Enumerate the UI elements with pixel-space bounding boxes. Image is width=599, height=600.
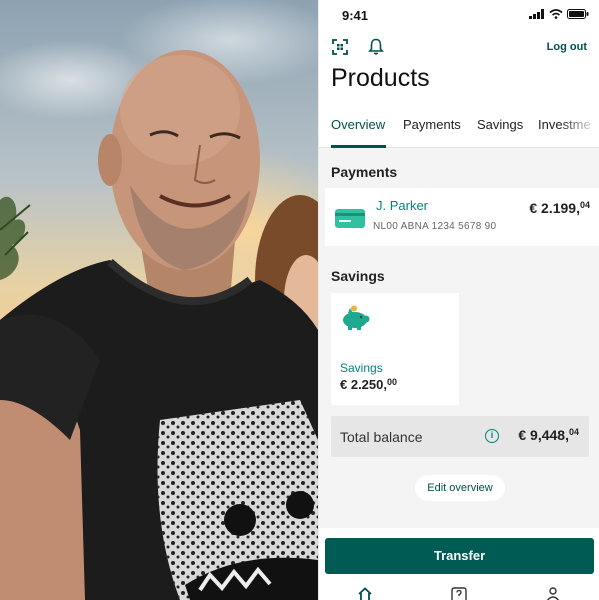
top-bar: Log out	[319, 36, 599, 60]
page-title: Products	[331, 64, 430, 92]
piggy-bank-icon	[343, 305, 370, 330]
savings-balance: € 2.250,00	[340, 377, 397, 392]
payment-account-card[interactable]: J. Parker NL00 ABNA 1234 5678 90 € 2.199…	[325, 188, 599, 246]
info-icon[interactable]: i	[485, 429, 499, 443]
tab-payments[interactable]: Payments	[403, 117, 461, 132]
savings-account-card[interactable]: Savings € 2.250,00	[331, 293, 459, 405]
account-balance-cents: 04	[579, 200, 590, 210]
savings-balance-cents: 00	[387, 377, 398, 387]
signal-icon	[529, 9, 544, 19]
profile-icon[interactable]	[545, 587, 561, 600]
tab-scroll-fade	[559, 110, 599, 146]
qr-scan-icon[interactable]	[332, 39, 348, 55]
edit-overview-button[interactable]: Edit overview	[415, 475, 505, 501]
bell-icon[interactable]	[368, 38, 384, 55]
bottom-navigation	[319, 584, 599, 600]
total-balance-amount: € 9,448,04	[518, 427, 579, 443]
battery-icon	[567, 9, 589, 19]
account-holder-name: J. Parker	[376, 198, 429, 213]
home-icon[interactable]	[357, 587, 373, 600]
tab-savings[interactable]: Savings	[477, 117, 523, 132]
account-iban: NL00 ABNA 1234 5678 90	[373, 221, 497, 232]
help-icon[interactable]	[451, 587, 467, 600]
logout-link[interactable]: Log out	[547, 41, 587, 53]
product-tabs: Overview Payments Savings Investme	[319, 110, 599, 148]
total-balance-bar: Total balance i € 9,448,04	[331, 416, 589, 457]
total-balance-cents: 04	[568, 427, 579, 437]
status-icons	[529, 9, 589, 19]
payments-section-title: Payments	[331, 164, 398, 180]
account-balance: € 2.199,04	[529, 200, 590, 216]
selfie-photo	[0, 0, 318, 600]
account-balance-main: € 2.199,	[529, 200, 580, 216]
status-time: 9:41	[342, 8, 369, 23]
savings-card-label: Savings	[340, 361, 383, 375]
wifi-icon	[549, 9, 563, 19]
photo-illustration	[0, 50, 318, 600]
status-bar: 9:41	[319, 0, 599, 30]
savings-section-title: Savings	[331, 268, 385, 284]
transfer-button[interactable]: Transfer	[325, 538, 594, 574]
savings-balance-main: € 2.250,	[340, 377, 387, 392]
banking-app-screen: 9:41 Log out Products Overview Payments …	[318, 0, 599, 600]
bank-card-icon	[335, 209, 365, 228]
tab-overview[interactable]: Overview	[331, 117, 385, 132]
total-balance-label: Total balance	[340, 429, 423, 445]
total-balance-main: € 9,448,	[518, 427, 569, 443]
